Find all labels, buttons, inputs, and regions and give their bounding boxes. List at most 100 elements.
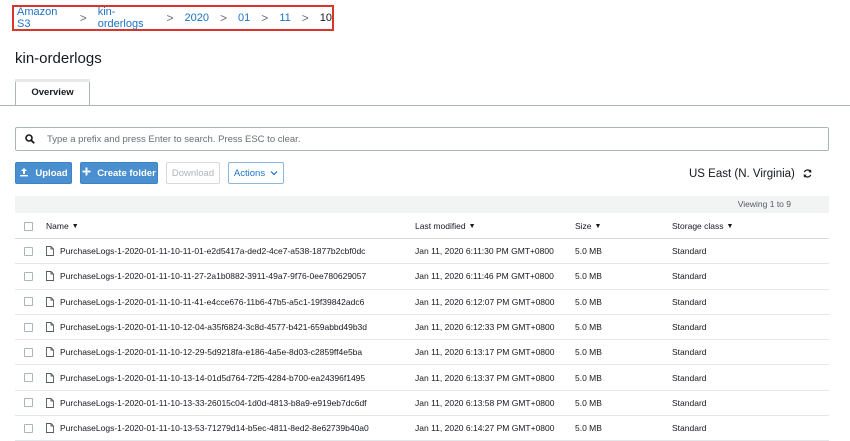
breadcrumb-link-s3[interactable]: Amazon S3 bbox=[17, 6, 69, 30]
breadcrumb-current: 10 bbox=[319, 12, 332, 24]
object-name-link[interactable]: PurchaseLogs-1-2020-01-11-10-12-04-a35f6… bbox=[60, 322, 367, 332]
row-checkbox[interactable] bbox=[24, 398, 33, 408]
object-name-link[interactable]: PurchaseLogs-1-2020-01-11-10-12-29-5d921… bbox=[60, 347, 362, 357]
last-modified-cell: Jan 11, 2020 6:14:27 PM GMT+0800 bbox=[415, 423, 555, 434]
sort-caret-icon: ▼ bbox=[468, 222, 476, 230]
storage-class-cell: Standard bbox=[672, 397, 707, 408]
size-cell: 5.0 MB bbox=[575, 423, 602, 434]
region-label: US East (N. Virginia) bbox=[689, 168, 795, 180]
table-row[interactable]: PurchaseLogs-1-2020-01-11-10-11-27-2a1b0… bbox=[15, 264, 829, 290]
size-cell: 5.0 MB bbox=[575, 397, 602, 408]
storage-class-cell: Standard bbox=[672, 296, 707, 307]
row-checkbox[interactable] bbox=[24, 271, 33, 281]
storage-class-cell: Standard bbox=[672, 322, 707, 333]
row-checkbox[interactable] bbox=[24, 423, 33, 433]
table-body: PurchaseLogs-1-2020-01-11-10-11-01-e2d54… bbox=[15, 239, 829, 441]
breadcrumb-link-day[interactable]: 11 bbox=[279, 12, 290, 24]
tab-overview[interactable]: Overview bbox=[15, 79, 90, 106]
actions-dropdown[interactable]: Actions bbox=[228, 162, 284, 184]
sort-caret-icon: ▼ bbox=[71, 222, 79, 230]
column-header-size[interactable]: Size ▼ bbox=[575, 214, 601, 238]
table-row[interactable]: PurchaseLogs-1-2020-01-11-10-13-14-01d5d… bbox=[15, 365, 829, 391]
breadcrumb-separator: > bbox=[301, 11, 309, 25]
object-name-link[interactable]: PurchaseLogs-1-2020-01-11-10-13-33-26015… bbox=[60, 398, 367, 408]
upload-button[interactable]: Upload bbox=[15, 162, 72, 184]
storage-class-cell: Standard bbox=[672, 372, 707, 383]
storage-class-cell: Standard bbox=[672, 246, 707, 257]
last-modified-cell: Jan 11, 2020 6:13:17 PM GMT+0800 bbox=[415, 347, 555, 358]
row-checkbox[interactable] bbox=[24, 322, 33, 332]
select-all-checkbox[interactable] bbox=[24, 221, 33, 231]
chevron-down-icon bbox=[270, 170, 278, 176]
create-folder-button-label: Create folder bbox=[97, 167, 156, 179]
last-modified-cell: Jan 11, 2020 6:12:07 PM GMT+0800 bbox=[415, 296, 555, 307]
storage-class-cell: Standard bbox=[672, 423, 707, 434]
create-folder-button[interactable]: Create folder bbox=[80, 162, 158, 184]
table-row[interactable]: PurchaseLogs-1-2020-01-11-10-11-01-e2d54… bbox=[15, 239, 829, 265]
breadcrumb-separator: > bbox=[220, 11, 228, 25]
file-icon bbox=[46, 372, 54, 383]
last-modified-cell: Jan 11, 2020 6:13:58 PM GMT+0800 bbox=[415, 397, 555, 408]
plus-icon bbox=[82, 167, 91, 179]
row-checkbox[interactable] bbox=[24, 297, 33, 307]
file-icon bbox=[46, 246, 54, 257]
actions-dropdown-label: Actions bbox=[233, 167, 266, 179]
size-cell: 5.0 MB bbox=[575, 322, 602, 333]
table-row[interactable]: PurchaseLogs-1-2020-01-11-10-12-29-5d921… bbox=[15, 340, 829, 366]
upload-button-label: Upload bbox=[35, 167, 68, 179]
last-modified-cell: Jan 11, 2020 6:11:46 PM GMT+0800 bbox=[415, 271, 554, 282]
search-input[interactable] bbox=[45, 132, 828, 146]
pagination-info: Viewing 1 to 9 bbox=[15, 196, 829, 213]
last-modified-cell: Jan 11, 2020 6:12:33 PM GMT+0800 bbox=[415, 322, 555, 333]
row-checkbox[interactable] bbox=[24, 373, 33, 383]
size-cell: 5.0 MB bbox=[575, 372, 602, 383]
file-icon bbox=[46, 271, 54, 282]
tabs-divider bbox=[0, 105, 850, 106]
breadcrumb-separator: > bbox=[79, 11, 87, 25]
breadcrumb-link-bucket[interactable]: kin-orderlogs bbox=[98, 6, 156, 30]
file-icon bbox=[46, 347, 54, 358]
storage-class-cell: Standard bbox=[672, 271, 707, 282]
breadcrumb: Amazon S3 > kin-orderlogs > 2020 > 01 > … bbox=[12, 5, 334, 31]
page-title: kin-orderlogs bbox=[15, 50, 102, 67]
breadcrumb-separator: > bbox=[166, 11, 174, 25]
size-cell: 5.0 MB bbox=[575, 296, 602, 307]
objects-table: Name ▼ Last modified ▼ Size ▼ Storage class… bbox=[15, 214, 829, 441]
row-checkbox[interactable] bbox=[24, 246, 33, 256]
file-icon bbox=[46, 397, 54, 408]
sort-caret-icon: ▼ bbox=[726, 222, 734, 230]
download-button-label: Download bbox=[171, 167, 215, 179]
last-modified-cell: Jan 11, 2020 6:11:30 PM GMT+0800 bbox=[415, 246, 554, 257]
size-cell: 5.0 MB bbox=[575, 271, 602, 282]
object-name-link[interactable]: PurchaseLogs-1-2020-01-11-10-11-41-e4cce… bbox=[60, 297, 364, 307]
breadcrumb-separator: > bbox=[261, 11, 269, 25]
column-header-last-modified[interactable]: Last modified ▼ bbox=[415, 214, 476, 238]
table-row[interactable]: PurchaseLogs-1-2020-01-11-10-12-04-a35f6… bbox=[15, 315, 829, 341]
object-name-link[interactable]: PurchaseLogs-1-2020-01-11-10-11-01-e2d54… bbox=[60, 246, 365, 256]
search-icon bbox=[25, 134, 35, 144]
column-header-name[interactable]: Name ▼ bbox=[46, 214, 79, 238]
storage-class-cell: Standard bbox=[672, 347, 707, 358]
size-cell: 5.0 MB bbox=[575, 246, 602, 257]
table-row[interactable]: PurchaseLogs-1-2020-01-11-10-13-53-71279… bbox=[15, 416, 829, 441]
file-icon bbox=[46, 322, 54, 332]
upload-icon bbox=[19, 167, 29, 180]
table-row[interactable]: PurchaseLogs-1-2020-01-11-10-13-33-26015… bbox=[15, 391, 829, 417]
breadcrumb-link-year[interactable]: 2020 bbox=[185, 12, 209, 24]
download-button[interactable]: Download bbox=[166, 162, 220, 184]
size-cell: 5.0 MB bbox=[575, 347, 602, 358]
refresh-icon[interactable] bbox=[802, 168, 813, 182]
object-name-link[interactable]: PurchaseLogs-1-2020-01-11-10-13-53-71279… bbox=[60, 423, 369, 433]
file-icon bbox=[46, 296, 54, 307]
last-modified-cell: Jan 11, 2020 6:13:37 PM GMT+0800 bbox=[415, 372, 555, 383]
file-icon bbox=[46, 423, 54, 434]
sort-caret-icon: ▼ bbox=[594, 222, 602, 230]
breadcrumb-link-month[interactable]: 01 bbox=[238, 12, 250, 24]
table-header: Name ▼ Last modified ▼ Size ▼ Storage class… bbox=[15, 214, 829, 239]
table-row[interactable]: PurchaseLogs-1-2020-01-11-10-11-41-e4cce… bbox=[15, 290, 829, 315]
search-box bbox=[15, 127, 829, 151]
row-checkbox[interactable] bbox=[24, 347, 33, 357]
object-name-link[interactable]: PurchaseLogs-1-2020-01-11-10-13-14-01d5d… bbox=[60, 373, 365, 383]
object-name-link[interactable]: PurchaseLogs-1-2020-01-11-10-11-27-2a1b0… bbox=[60, 271, 366, 281]
column-header-storage-class[interactable]: Storage class ▼ bbox=[672, 214, 733, 238]
